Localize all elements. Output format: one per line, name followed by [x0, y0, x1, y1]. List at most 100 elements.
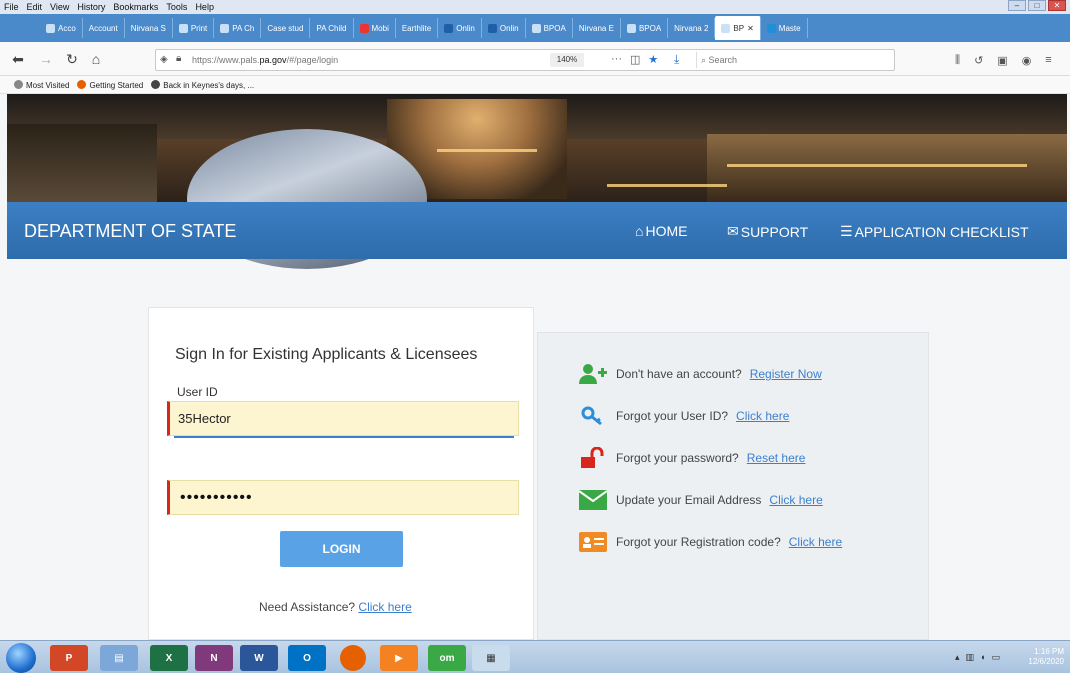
tab-favicon-icon — [766, 23, 776, 33]
download-icon[interactable]: ⤓ — [674, 52, 679, 67]
browser-tab[interactable]: Onlin — [438, 18, 482, 38]
reload-icon[interactable]: ↻ — [62, 49, 82, 69]
pocket-icon[interactable]: ◫ — [630, 53, 640, 66]
browser-tab[interactable]: Nirvana E — [573, 18, 621, 38]
browser-tab[interactable]: BPOA — [621, 18, 669, 38]
forgot-password-row: Forgot your password? Reset here — [578, 447, 805, 469]
browser-tab[interactable]: BPOA — [526, 18, 573, 38]
tab-favicon-icon — [531, 23, 541, 33]
tab-favicon-icon — [46, 23, 55, 33]
network-icon[interactable]: ▥ — [966, 652, 975, 663]
library-icon[interactable]: ⫼ — [955, 54, 960, 67]
register-now-link[interactable]: Register Now — [750, 367, 822, 381]
update-email-link[interactable]: Click here — [769, 493, 822, 507]
browser-tab[interactable]: Account — [83, 18, 125, 38]
browser-tab[interactable]: Case stud — [261, 18, 311, 38]
home-icon: ⌂ — [635, 223, 644, 239]
om-app-icon[interactable]: om — [428, 645, 466, 671]
tab-favicon-icon — [359, 23, 369, 33]
browser-tab[interactable]: Maste — [761, 18, 808, 38]
address-bar[interactable]: ◈ 🔒︎ https://www.pals.pa.gov/#/page/logi… — [155, 49, 895, 71]
login-card: Sign In for Existing Applicants & Licens… — [148, 307, 534, 640]
explorer-icon[interactable]: ▤ — [100, 645, 138, 671]
bookmark-item[interactable]: Back in Keynes's days, ... — [151, 79, 254, 90]
search-input[interactable]: ⌕ Search — [696, 52, 896, 68]
menu-edit[interactable]: Edit — [27, 2, 43, 12]
add-user-icon — [578, 363, 608, 385]
menu-bookmarks[interactable]: Bookmarks — [113, 2, 158, 12]
userid-input[interactable]: 35Hector — [167, 401, 519, 436]
lock-icon[interactable]: 🔒︎ — [176, 53, 181, 64]
login-title: Sign In for Existing Applicants & Licens… — [175, 346, 478, 363]
notepad-icon[interactable]: ▦ — [472, 645, 510, 671]
login-button[interactable]: LOGIN — [280, 531, 403, 567]
close-window-button[interactable]: ✕ — [1048, 0, 1066, 11]
browser-tab[interactable]: Mobi — [354, 18, 396, 38]
password-input[interactable]: ••••••••••• — [167, 480, 519, 515]
battery-icon[interactable]: ▭ — [991, 652, 1000, 663]
bookmark-item[interactable]: Most Visited — [14, 79, 69, 90]
back-icon[interactable]: ⬅ — [8, 49, 28, 69]
forgot-userid-row: Forgot your User ID? Click here — [578, 405, 789, 427]
zoom-level[interactable]: 140% — [550, 53, 584, 67]
menu-help[interactable]: Help — [195, 2, 214, 12]
nav-support[interactable]: ✉ SUPPORT — [727, 223, 808, 240]
sidebar-icon[interactable]: ▣ — [997, 54, 1007, 67]
firefox-icon[interactable] — [340, 645, 366, 671]
browser-tab[interactable]: PA Child — [310, 18, 354, 38]
onenote-icon[interactable]: N — [195, 645, 233, 671]
clock[interactable]: 1:16 PM 12/6/2020 — [1028, 647, 1064, 667]
close-tab-icon[interactable]: ✕ — [747, 24, 754, 33]
volume-icon[interactable]: ◖ — [980, 652, 985, 663]
browser-tab[interactable]: Nirvana S — [125, 18, 173, 38]
tray-arrow-icon[interactable]: ▴ — [955, 652, 960, 663]
excel-icon[interactable]: X — [150, 645, 188, 671]
bookmark-star-icon[interactable]: ★ — [648, 53, 658, 66]
forward-icon[interactable]: → — [36, 49, 56, 69]
menu-file[interactable]: File — [4, 2, 19, 12]
browser-tab[interactable]: PA Ch — [214, 18, 262, 38]
account-icon[interactable]: ◉ — [1022, 54, 1032, 67]
powerpoint-icon[interactable]: P — [50, 645, 88, 671]
shield-icon[interactable]: ◈ — [160, 54, 168, 65]
word-icon[interactable]: W — [240, 645, 278, 671]
home-icon[interactable]: ⌂ — [86, 49, 106, 69]
bookmark-page-icon — [151, 79, 161, 89]
menu-tools[interactable]: Tools — [166, 2, 187, 12]
bookmark-item[interactable]: Getting Started — [77, 79, 143, 90]
assistance-link[interactable]: Click here — [358, 600, 411, 614]
tab-favicon-icon — [626, 23, 636, 33]
input-focus-underline — [174, 436, 514, 438]
browser-window: File Edit View History Bookmarks Tools Help – … — [0, 0, 1070, 673]
window-controls: – □ ✕ — [1008, 0, 1066, 12]
unlock-icon — [578, 447, 608, 469]
tab-strip: Acco Account Nirvana S Print PA Ch Case … — [0, 14, 1070, 42]
media-player-icon[interactable]: ▶ — [380, 645, 418, 671]
tab-favicon-icon — [487, 23, 497, 33]
browser-tab[interactable]: Print — [173, 18, 215, 38]
browser-tab[interactable]: Onlin — [482, 18, 526, 38]
nav-home[interactable]: ⌂ HOME — [635, 223, 687, 239]
tab-favicon-icon — [444, 23, 454, 33]
outlook-icon[interactable]: O — [288, 645, 326, 671]
history-icon[interactable]: ↺ — [974, 54, 983, 67]
tab-favicon-icon — [721, 23, 731, 33]
minimize-button[interactable]: – — [1008, 0, 1026, 11]
gear-icon — [14, 79, 23, 89]
registration-code-link[interactable]: Click here — [789, 535, 842, 549]
maximize-button[interactable]: □ — [1028, 0, 1046, 11]
forgot-userid-link[interactable]: Click here — [736, 409, 789, 423]
page-actions-icon[interactable]: ··· — [611, 53, 622, 66]
menu-icon[interactable]: ≡ — [1045, 54, 1051, 67]
browser-tab[interactable]: Acco — [40, 18, 83, 38]
browser-tab-active[interactable]: BP ✕ — [715, 16, 761, 40]
reset-password-link[interactable]: Reset here — [747, 451, 806, 465]
nav-application-checklist[interactable]: ☰ APPLICATION CHECKLIST — [840, 223, 1029, 240]
tab-favicon-icon — [220, 23, 230, 33]
url-text[interactable]: https://www.pals.pa.gov/#/page/login — [192, 55, 338, 65]
menu-view[interactable]: View — [50, 2, 69, 12]
browser-tab[interactable]: Nirvana 2 — [668, 18, 716, 38]
menu-history[interactable]: History — [77, 2, 105, 12]
start-button[interactable] — [6, 643, 36, 673]
browser-tab[interactable]: Earthlite — [396, 18, 439, 38]
